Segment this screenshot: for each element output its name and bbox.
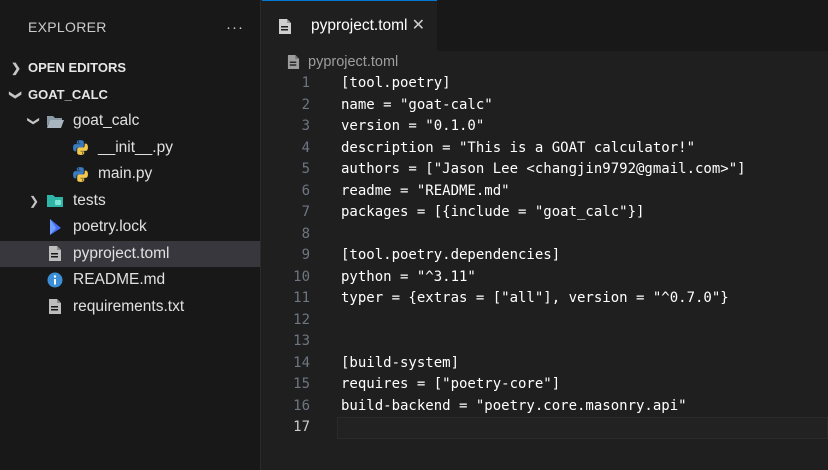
file-icon [46,298,64,316]
code-text: typer = {extras = ["all"], version = "^0… [341,290,729,306]
folder-open-icon [46,112,64,130]
code-text: name = "goat-calc" [341,96,493,113]
more-actions-icon[interactable]: ··· [226,19,244,36]
close-icon[interactable]: ✕ [412,15,425,35]
line-number: 7 [301,204,310,220]
code-line[interactable]: 1 [tool.poetry] [262,73,828,95]
explorer-title: EXPLORER [28,19,107,35]
line-number: 2 [301,96,310,113]
explorer-sidebar: EXPLORER ··· ❯ OPEN EDITORS ❯ GOAT_CALC … [0,0,261,470]
line-number: 1 [301,75,310,91]
code-line[interactable]: 13 [262,331,828,353]
code-line[interactable]: 4 description = "This is a GOAT calculato… [262,138,828,160]
tab-pyproject-toml[interactable]: pyproject.toml ✕ [262,0,437,51]
chevron-down-icon: ❯ [9,89,23,100]
tree-item[interactable]: requirements.txt [0,294,260,321]
python-icon [71,165,89,183]
tree-item[interactable]: README.md [0,267,260,294]
breadcrumb-item[interactable]: pyproject.toml [308,54,398,70]
tree-item-label: tests [73,191,106,209]
breadcrumb: pyproject.toml [262,51,828,73]
line-number: 10 [293,268,310,285]
code-text: packages = [{include = "goat_calc"}] [341,204,645,220]
line-number: 14 [293,354,310,371]
file-icon [276,17,294,35]
tree-item-label: pyproject.toml [73,244,170,262]
file-icon [46,245,64,263]
code-line[interactable]: 9 [tool.poetry.dependencies] [262,245,828,267]
line-number: 16 [293,397,310,414]
line-number: 17 [293,419,310,435]
code-line[interactable]: 14 [build-system] [262,353,828,375]
tree-item[interactable]: poetry.lock [0,214,260,241]
file-tree: ❯ goat_calc __init__.py main.py ❯ tests poetry… [0,108,260,320]
tree-item-label: poetry.lock [73,218,147,236]
tree-item-label: goat_calc [73,112,140,130]
code-line[interactable]: 2 name = "goat-calc" [262,95,828,117]
python-icon [71,139,89,157]
poetry-icon [46,218,64,236]
chevron-right-icon: ❯ [10,60,22,75]
file-icon [284,53,302,71]
tree-item[interactable]: ❯ tests [0,188,260,215]
code-line[interactable]: 10 python = "^3.11" [262,267,828,289]
tree-item[interactable]: __init__.py [0,135,260,162]
code-line[interactable]: 7 packages = [{include = "goat_calc"}] [262,202,828,224]
editor-area: pyproject.toml ✕ pyproject.toml 1 [tool.p… [262,0,828,470]
tree-item[interactable]: ❯ goat_calc [0,108,260,135]
open-editors-section[interactable]: ❯ OPEN EDITORS [0,54,260,81]
root-folder-section[interactable]: ❯ GOAT_CALC [0,81,260,108]
code-text: [tool.poetry] [341,75,451,91]
chevron-down-icon: ❯ [27,116,41,127]
code-line[interactable]: 3 version = "0.1.0" [262,116,828,138]
vscode-window: EXPLORER ··· ❯ OPEN EDITORS ❯ GOAT_CALC … [0,0,828,470]
code-line[interactable]: 11 typer = {extras = ["all"], version = "… [262,288,828,310]
code-line[interactable]: 6 readme = "README.md" [262,181,828,203]
code-line[interactable]: 16 build-backend = "poetry.core.masonry.a… [262,396,828,418]
tree-item-label: README.md [73,271,166,289]
line-number: 8 [301,225,310,242]
tree-item[interactable]: pyproject.toml [0,240,260,267]
line-number: 15 [293,376,310,392]
code-line[interactable]: 15 requires = ["poetry-core"] [262,374,828,396]
code-line[interactable]: 5 authors = ["Jason Lee <changjin9792@gma… [262,159,828,181]
root-folder-label: GOAT_CALC [28,87,108,102]
tree-item-label: main.py [98,165,153,183]
tree-item-label: __init__.py [98,138,173,156]
code-text: readme = "README.md" [341,182,510,199]
tree-item-label: requirements.txt [73,297,185,315]
code-text: [build-system] [341,354,460,371]
code-text: version = "0.1.0" [341,118,485,134]
line-number: 4 [301,139,310,156]
code-text: requires = ["poetry-core"] [341,376,561,392]
line-number: 13 [293,333,310,349]
line-number: 11 [293,290,310,306]
explorer-header: EXPLORER ··· [0,0,260,54]
line-number: 5 [301,161,310,177]
open-editors-label: OPEN EDITORS [28,60,127,75]
code-text: [tool.poetry.dependencies] [341,247,561,263]
chevron-right-icon: ❯ [28,193,40,208]
code-text: python = "^3.11" [341,268,476,285]
line-number: 9 [301,247,310,263]
code-text: description = "This is a GOAT calculator… [341,139,696,156]
line-number: 6 [301,182,310,199]
line-number: 3 [301,118,310,134]
code-line[interactable]: 17 [262,417,828,439]
code-line[interactable]: 12 [262,310,828,332]
code-text: build-backend = "poetry.core.masonry.api… [341,397,687,414]
info-icon [46,271,64,289]
code-editor[interactable]: 1 [tool.poetry] 2 name = "goat-calc" 3 versio… [262,73,828,439]
line-number: 12 [293,311,310,328]
code-line[interactable]: 8 [262,224,828,246]
tab-bar: pyproject.toml ✕ [262,0,828,51]
folder-tests-icon [46,192,64,210]
tab-label: pyproject.toml [311,17,408,34]
code-text: authors = ["Jason Lee <changjin9792@gmai… [341,161,746,177]
tree-item[interactable]: main.py [0,161,260,188]
